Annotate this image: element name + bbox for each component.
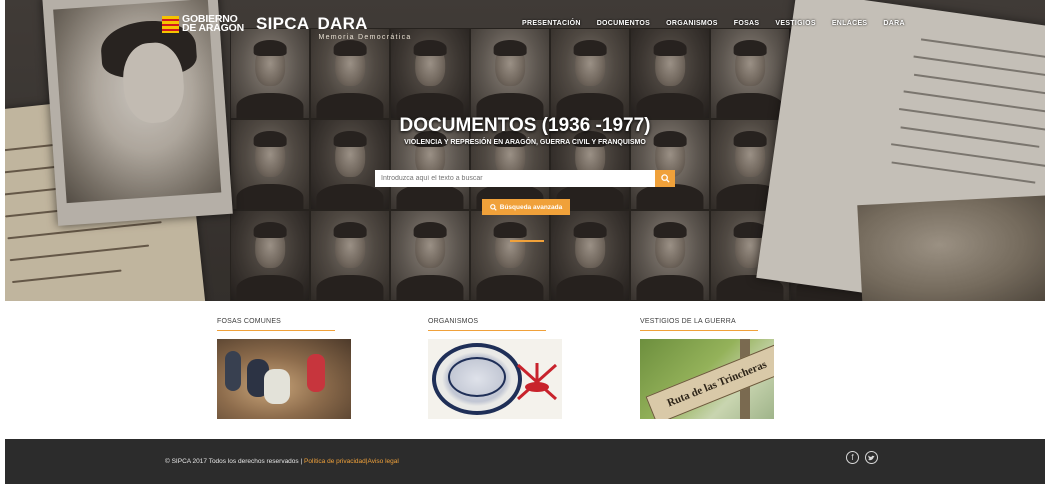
facebook-icon[interactable]: f (846, 451, 859, 464)
nav-item-documentos[interactable]: DOCUMENTOS (597, 20, 650, 27)
sipca-logo-text: SIPCA (255, 14, 310, 33)
nav-item-presentacion[interactable]: PRESENTACIÓN (522, 20, 581, 27)
search-input[interactable] (375, 170, 655, 187)
trail-sign: Ruta de las Trincheras (645, 343, 774, 419)
nav-item-fosas[interactable]: FOSAS (734, 20, 760, 27)
twitter-icon[interactable] (865, 451, 878, 464)
search-icon (489, 203, 497, 211)
nav-item-enlaces[interactable]: ENLACES (832, 20, 868, 27)
footer-copyright: © SIPCA 2017 Todos los derechos reservad… (165, 458, 399, 465)
hero-banner (5, 0, 1045, 301)
dara-logo: DARA Memoria Democrática (317, 14, 412, 41)
social-links: f (846, 451, 878, 464)
site-footer: © SIPCA 2017 Todos los derechos reservad… (5, 439, 1045, 484)
gobierno-aragon-text: GOBIERNO DE ARAGON (182, 13, 244, 34)
site-logo[interactable]: GOBIERNO DE ARAGON SIPCA DARA Memoria De… (162, 13, 412, 41)
feature-fosas-comunes[interactable]: FOSAS COMUNES (217, 318, 351, 419)
feature-vestigios[interactable]: VESTIGIOS DE LA GUERRA Ruta de las Trinc… (640, 318, 774, 419)
privacy-policy-link[interactable]: Política de privacidad (304, 458, 366, 465)
yoke-arrows-emblem (516, 363, 558, 401)
aragon-flag-icon (162, 15, 179, 33)
feature-label: VESTIGIOS DE LA GUERRA (640, 318, 736, 325)
search-button[interactable] (655, 170, 675, 187)
legal-notice-link[interactable]: Aviso legal (367, 458, 398, 465)
nav-item-dara[interactable]: DARA (883, 20, 904, 27)
fosas-comunes-image[interactable] (217, 339, 351, 419)
search-icon (660, 174, 670, 183)
advanced-search-label: Búsqueda avanzada (499, 203, 563, 211)
main-nav: PRESENTACIÓN DOCUMENTOS ORGANISMOS FOSAS… (522, 20, 921, 27)
feature-label: ORGANISMOS (428, 318, 479, 325)
memoria-democratica-text: Memoria Democrática (318, 34, 412, 41)
vestigios-image[interactable]: Ruta de las Trincheras (640, 339, 774, 419)
advanced-search-button[interactable]: Búsqueda avanzada (482, 199, 570, 215)
nav-item-vestigios[interactable]: VESTIGIOS (775, 20, 815, 27)
organismos-image[interactable] (428, 339, 562, 419)
feature-label: FOSAS COMUNES (217, 318, 282, 325)
hero-divider (510, 240, 544, 242)
hero-subtitle: VIOLENCIA Y REPRESIÓN EN ARAGÓN, GUERRA … (404, 139, 646, 146)
feature-organismos[interactable]: ORGANISMOS (428, 318, 562, 419)
hero-title: DOCUMENTOS (1936 -1977) (399, 115, 651, 136)
nav-item-organismos[interactable]: ORGANISMOS (666, 20, 718, 27)
